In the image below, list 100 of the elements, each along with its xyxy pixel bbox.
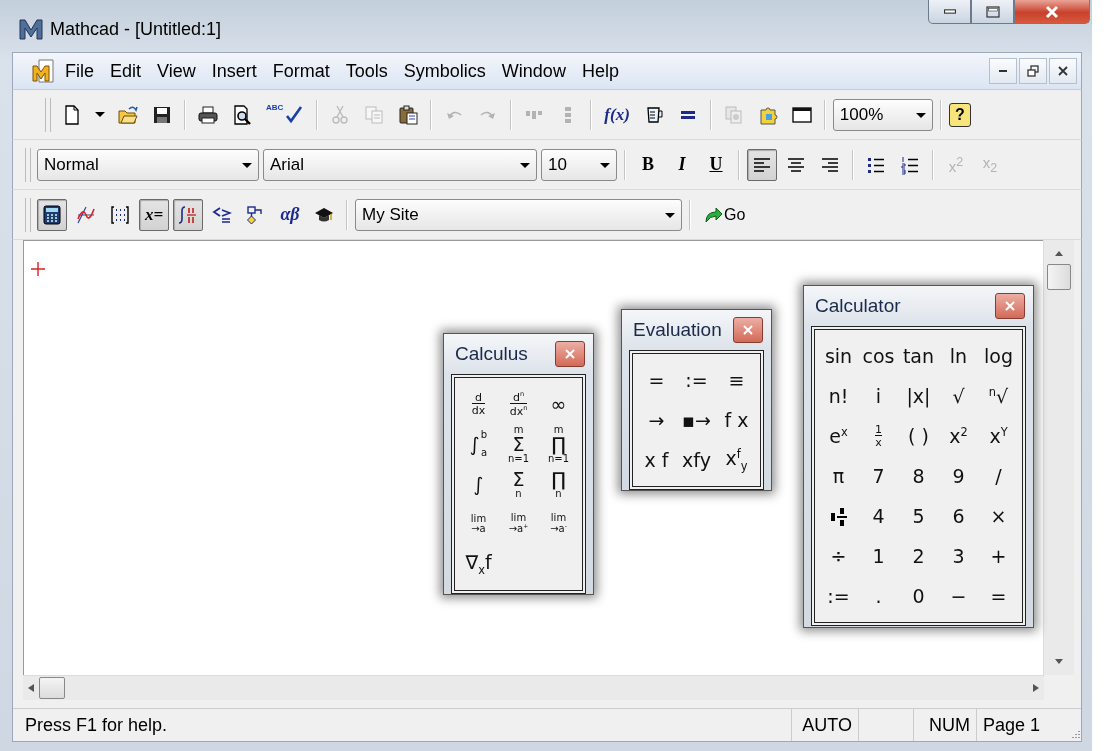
- palette-button[interactable]: lim →a: [458, 504, 499, 544]
- palette-button[interactable]: x$^{2}$: [938, 416, 979, 456]
- close-button[interactable]: [1049, 58, 1077, 84]
- app-logo-icon: [18, 17, 44, 41]
- palette-button[interactable]: +: [978, 536, 1019, 576]
- palette-button[interactable]: .: [858, 576, 899, 616]
- palette-button[interactable]: ≡: [716, 360, 757, 400]
- palette-button[interactable]: 6: [938, 496, 979, 536]
- align-left-button[interactable]: [747, 148, 777, 181]
- stacked-pages-icon: [723, 104, 744, 125]
- maximize-button[interactable]: [971, 0, 1014, 24]
- underline-button[interactable]: U: [701, 148, 731, 181]
- close-button[interactable]: [733, 317, 763, 343]
- palette-button[interactable]: cos: [858, 336, 899, 376]
- palette-button[interactable]: $^{n}$√: [978, 376, 1019, 416]
- menu-item[interactable]: View: [149, 58, 204, 84]
- palette-button[interactable]: d dx: [458, 384, 499, 424]
- menu-item[interactable]: Insert: [203, 58, 265, 84]
- italic-button[interactable]: I: [667, 148, 697, 181]
- palette-button[interactable]: lim →a$^{-}$: [538, 504, 579, 544]
- palette-button[interactable]: 0: [898, 576, 939, 616]
- palette-button[interactable]: 9: [938, 456, 979, 496]
- palette-button[interactable]: 5: [898, 496, 939, 536]
- palette-button[interactable]: 1 x: [858, 416, 899, 456]
- palette-button[interactable]: √: [938, 376, 979, 416]
- palette-button[interactable]: ( ): [898, 416, 939, 456]
- palette-button[interactable]: −: [938, 576, 979, 616]
- palette-button[interactable]: ∇$_{x}$f: [458, 544, 499, 584]
- palette-button[interactable]: :=: [676, 360, 717, 400]
- minimize-icon: [943, 9, 956, 14]
- menu-item[interactable]: File: [57, 58, 102, 84]
- palette-button[interactable]: 7: [858, 456, 899, 496]
- menu-item[interactable]: Symbolics: [395, 58, 494, 84]
- menu-item[interactable]: Tools: [337, 58, 396, 84]
- minimize-button[interactable]: [989, 58, 1017, 84]
- horizontal-scrollbar[interactable]: [23, 675, 1044, 700]
- palette-button[interactable]: ∞: [538, 384, 579, 424]
- palette-button[interactable]: n!: [818, 376, 859, 416]
- palette-button[interactable]: tan: [898, 336, 939, 376]
- palette-button[interactable]: ×: [978, 496, 1019, 536]
- close-button[interactable]: [555, 341, 585, 367]
- bold-button[interactable]: B: [633, 148, 663, 181]
- mixed-number-icon: [828, 506, 849, 526]
- calculus-icon: [178, 204, 198, 225]
- menu-item[interactable]: Window: [493, 58, 574, 84]
- palette-button[interactable]: lim →a$^{+}$: [498, 504, 539, 544]
- evaluation-button[interactable]: x=: [139, 198, 169, 231]
- scrollbar-thumb[interactable]: [39, 677, 65, 699]
- palette-button[interactable]: →: [636, 400, 677, 440]
- palette-button[interactable]: =: [636, 360, 677, 400]
- combo-box[interactable]: Normal: [37, 148, 259, 181]
- maximize-icon: [984, 4, 1001, 19]
- palette-button[interactable]: ∫: [458, 464, 499, 504]
- palette-button[interactable]: i: [858, 376, 899, 416]
- resize-grip-icon: [1069, 729, 1081, 741]
- palette-button[interactable]: 4: [858, 496, 899, 536]
- palette-button[interactable]: log: [978, 336, 1019, 376]
- menu-item[interactable]: Edit: [102, 58, 150, 84]
- palette-button[interactable]: 1: [858, 536, 899, 576]
- palette-button[interactable]: xfy: [676, 440, 717, 480]
- palette-button[interactable]: d$^{n}$ dx$^{n}$: [498, 384, 539, 424]
- folder-icon: [118, 104, 138, 125]
- scrollbar-thumb[interactable]: [1047, 264, 1071, 290]
- palette-button[interactable]: 3: [938, 536, 979, 576]
- copy-icon: [364, 104, 385, 125]
- go-button[interactable]: Go: [698, 198, 751, 231]
- calculator-button[interactable]: [37, 198, 67, 231]
- combo-box[interactable]: My Site: [355, 198, 682, 231]
- function-button[interactable]: f(x): [599, 98, 635, 131]
- palette-button[interactable]: =: [978, 576, 1019, 616]
- restore-button[interactable]: [1019, 58, 1047, 84]
- calculus-button[interactable]: [173, 198, 203, 231]
- vertical-scrollbar[interactable]: [1043, 240, 1074, 675]
- palette-button[interactable]: sin: [818, 336, 859, 376]
- palette-button[interactable]: x$^{Y}$: [978, 416, 1019, 456]
- palette-button[interactable]: :=: [818, 576, 859, 616]
- palette-button[interactable]: |x|: [898, 376, 939, 416]
- palette-button[interactable]: π: [818, 456, 859, 496]
- palette-button[interactable]: f x: [716, 400, 757, 440]
- palette-button[interactable]: ÷: [818, 536, 859, 576]
- spell-check-button[interactable]: ABC: [261, 98, 310, 131]
- palette-button[interactable]: ln: [938, 336, 979, 376]
- palette-button[interactable]: m Σ n=1: [498, 424, 539, 464]
- menu-item[interactable]: Help: [573, 58, 627, 84]
- palette-button[interactable]: /: [978, 456, 1019, 496]
- menu-item[interactable]: Format: [264, 58, 338, 84]
- help-button[interactable]: ?: [948, 102, 971, 127]
- palette-button[interactable]: ▪→: [676, 400, 717, 440]
- combo-box[interactable]: 10: [541, 148, 617, 181]
- palette-button[interactable]: 8: [898, 456, 939, 496]
- close-button[interactable]: [995, 293, 1025, 319]
- palette-button[interactable]: 2: [898, 536, 939, 576]
- palette-button[interactable]: e$^{x}$: [818, 416, 859, 456]
- combo-box[interactable]: Arial: [263, 148, 537, 181]
- check-mark-icon: [284, 104, 305, 125]
- greek-button[interactable]: αβ: [275, 198, 305, 231]
- palette-button[interactable]: x f: [636, 440, 677, 480]
- minimize-icon: [999, 70, 1007, 72]
- combo-box[interactable]: 100%: [832, 98, 933, 131]
- palette-button[interactable]: m ∏ n=1: [538, 424, 579, 464]
